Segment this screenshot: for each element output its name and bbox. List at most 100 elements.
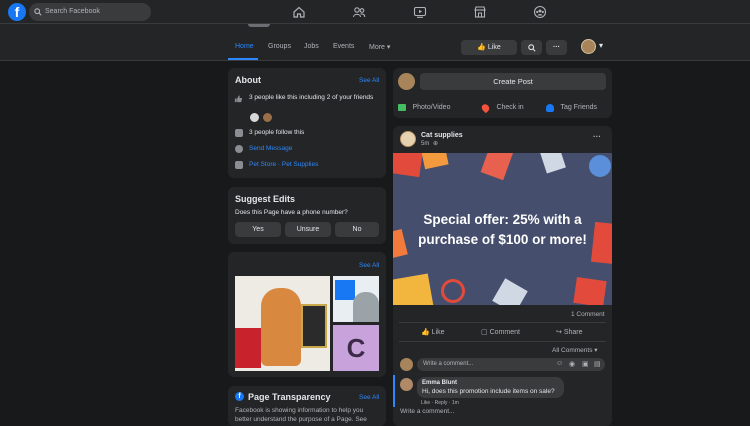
photo-thumbnail[interactable] <box>235 276 330 371</box>
home-icon[interactable] <box>292 5 306 19</box>
cat-image <box>353 292 379 322</box>
tab-home[interactable]: Home <box>235 43 254 50</box>
all-comments-filter[interactable]: All Comments ▾ <box>552 346 598 354</box>
tab-jobs[interactable]: Jobs <box>304 43 319 50</box>
marketplace-icon[interactable] <box>473 5 487 19</box>
profile-avatar[interactable] <box>581 39 596 54</box>
photo-icon <box>398 104 406 112</box>
category-link[interactable]: Pet Store · Pet Supplies <box>249 161 318 169</box>
account-caret-icon[interactable]: ▾ <box>599 41 603 50</box>
caret-down-icon: ▾ <box>594 347 598 354</box>
page-avatar <box>248 24 270 27</box>
more-options-button[interactable]: ··· <box>546 40 567 55</box>
tag-friends-icon <box>546 103 554 112</box>
commenter-name[interactable]: Emma Blunt <box>422 380 457 386</box>
transparency-text-line1: Facebook is showing information to help … <box>235 407 364 414</box>
sticker-icon[interactable]: ▤ <box>594 360 601 368</box>
post-time[interactable]: 5m <box>421 141 429 147</box>
page-avatar[interactable] <box>400 131 416 147</box>
photos-see-all-link[interactable]: See All <box>359 262 379 269</box>
comment-input-placeholder: Write a comment... <box>423 361 474 367</box>
user-avatar[interactable] <box>398 73 415 90</box>
commenter-avatar[interactable] <box>400 378 413 391</box>
tag-friends-button[interactable]: Tag Friends <box>546 99 597 112</box>
gift-box-image <box>421 153 449 170</box>
tab-more[interactable]: More ▾ <box>369 43 390 51</box>
gift-box-image <box>393 153 423 178</box>
photo-video-button[interactable]: Photo/Video <box>398 99 451 112</box>
emoji-icon[interactable]: ☺ <box>556 360 563 367</box>
follow-check-icon <box>235 129 243 137</box>
tab-more-label: More <box>369 44 385 51</box>
facebook-logo[interactable]: f <box>8 3 26 21</box>
watch-icon[interactable] <box>413 5 427 19</box>
post-comment-button[interactable]: ▢ Comment <box>481 328 520 336</box>
about-see-all-link[interactable]: See All <box>359 77 379 84</box>
post-options-button[interactable]: ··· <box>593 132 601 141</box>
folder-icon <box>235 161 243 169</box>
facebook-logo-icon: f <box>235 392 244 401</box>
active-tab-indicator <box>228 58 258 60</box>
search-icon <box>34 8 42 16</box>
kitten-image <box>261 288 301 366</box>
tab-events[interactable]: Events <box>333 43 354 50</box>
yes-button[interactable]: Yes <box>235 222 281 237</box>
transparency-see-all-link[interactable]: See All <box>359 394 379 401</box>
share-icon: ↪ <box>556 329 562 336</box>
product-box-image <box>301 304 327 348</box>
ornament-image <box>589 155 611 177</box>
photo-thumbnail[interactable] <box>333 276 379 322</box>
follows-summary: 3 people follow this <box>249 129 305 136</box>
photo-thumbnail[interactable]: C <box>333 325 379 371</box>
post-share-label: Share <box>563 329 583 336</box>
groups-icon[interactable] <box>533 5 547 19</box>
create-post-button[interactable]: Create Post <box>420 73 606 90</box>
thumbs-up-icon: 👍 <box>421 329 430 336</box>
like-page-button[interactable]: 👍 Like <box>461 40 517 55</box>
divider <box>399 341 606 342</box>
post-author[interactable]: Cat supplies <box>421 132 463 139</box>
search-icon <box>527 43 536 52</box>
offer-line-2: purchase of $100 or more! <box>418 232 587 247</box>
gift-box-image <box>480 153 514 181</box>
search-page-button[interactable] <box>521 40 542 55</box>
gift-box-image <box>492 278 528 305</box>
thumbs-up-icon <box>234 95 243 103</box>
check-in-label: Check in <box>496 104 524 112</box>
globe-icon: ⊕ <box>433 141 439 147</box>
offer-text: Special offer: 25% with a purchase of $1… <box>393 210 612 250</box>
unsure-button[interactable]: Unsure <box>285 222 331 237</box>
post-like-label: Like <box>431 329 445 336</box>
gift-box-image <box>573 277 607 305</box>
friends-icon[interactable] <box>352 5 366 19</box>
suggest-edits-question: Does this Page have a phone number? <box>235 209 348 216</box>
search-placeholder: Search Facebook <box>45 8 100 15</box>
no-button[interactable]: No <box>335 222 379 237</box>
write-comment-link[interactable]: Write a comment... <box>400 408 454 415</box>
camera-icon[interactable]: ◉ <box>569 360 575 368</box>
post-like-button[interactable]: 👍 Like <box>421 328 445 336</box>
tab-groups[interactable]: Groups <box>268 43 291 50</box>
gif-icon[interactable]: ▣ <box>582 360 589 368</box>
suggest-edits-title: Suggest Edits <box>235 194 296 204</box>
page-header: Home Groups Jobs Events More ▾ 👍 Like ··… <box>0 24 750 61</box>
comment-input[interactable]: Write a comment... ☺ ◉ ▣ ▤ <box>417 358 605 371</box>
post-share-button[interactable]: ↪ Share <box>556 328 583 336</box>
comment-actions[interactable]: Like · Reply · 1m <box>421 400 459 406</box>
thumbs-up-icon: 👍 <box>477 44 486 51</box>
friend-avatar[interactable] <box>249 112 260 123</box>
pet-carrier-image <box>235 328 261 368</box>
search-input[interactable]: Search Facebook <box>29 3 151 21</box>
post-comment-label: Comment <box>489 329 520 336</box>
gift-box-image <box>540 153 566 174</box>
check-in-button[interactable]: Check in <box>480 99 524 114</box>
comment-count[interactable]: 1 Comment <box>571 311 605 318</box>
divider <box>399 322 606 323</box>
new-comment-indicator <box>393 375 395 407</box>
post-image[interactable]: Special offer: 25% with a purchase of $1… <box>393 153 612 305</box>
like-page-label: Like <box>487 44 501 51</box>
friend-avatar[interactable] <box>262 112 273 123</box>
send-message-link[interactable]: Send Message <box>249 145 292 153</box>
user-avatar[interactable] <box>400 358 413 371</box>
photo-video-label: Photo/Video <box>412 104 451 112</box>
